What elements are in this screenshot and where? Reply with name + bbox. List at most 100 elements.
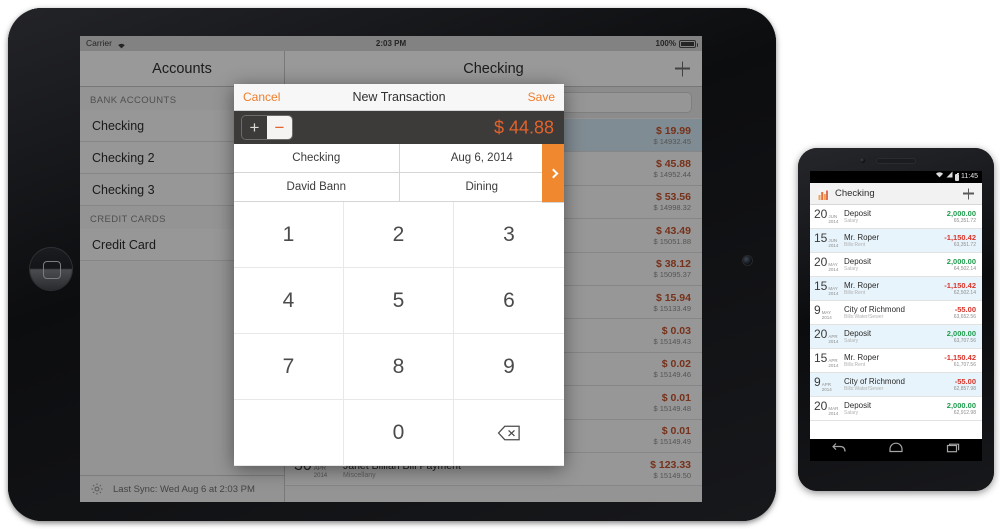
transaction-balance: 61,707.56 (953, 362, 976, 368)
transaction-name: Deposit (844, 329, 872, 338)
screenshot-stage: Carrier 2:03 PM 100% Accounts BANK ACCOU… (0, 0, 1000, 529)
transaction-info: Mr. Roper Bills:Rent (842, 353, 944, 368)
android-app-bar: Checking (810, 183, 982, 205)
transaction-month-year: MAY 2014 (821, 310, 832, 320)
transaction-name: Deposit (844, 257, 872, 266)
transaction-category: Salary (844, 410, 859, 416)
transaction-name: City of Richmond (844, 377, 905, 386)
transaction-month-year: JUN 2014 (828, 238, 839, 248)
android-screen: 11:45 Checking 20 JUN 2014 Deposit Salary 2,0… (810, 171, 982, 461)
transaction-values: 2,000.00 63,707.56 (947, 329, 976, 344)
transaction-category: Bills:Water/Sewer (844, 386, 884, 392)
transaction-day: 15 (814, 231, 828, 246)
transaction-category: Salary (844, 266, 859, 272)
transaction-info: City of Richmond Bills:Water/Sewer (842, 305, 954, 320)
transaction-day: 20 (814, 327, 828, 342)
transaction-day: 15 (814, 351, 828, 366)
transaction-balance: 62,912.98 (953, 410, 976, 416)
ipad-device: Carrier 2:03 PM 100% Accounts BANK ACCOU… (8, 8, 776, 521)
save-button[interactable]: Save (528, 90, 555, 104)
transaction-category: Bills:Water/Sewer (844, 314, 884, 320)
key-0[interactable]: 0 (344, 400, 454, 466)
transaction-category: Bills:Rent (844, 290, 866, 296)
transaction-values: -55.00 63,652.56 (954, 305, 976, 320)
category-field[interactable]: Dining (400, 173, 565, 201)
android-transaction-list[interactable]: 20 JUN 2014 Deposit Salary 2,000.00 65,351.72 1… (810, 205, 982, 439)
transaction-date: 15 APR 2014 (814, 352, 842, 369)
transaction-date: 15 MAY 2014 (814, 280, 842, 297)
key-3[interactable]: 3 (454, 202, 564, 268)
minus-sign-button[interactable]: − (267, 116, 292, 139)
list-item[interactable]: 9 MAY 2014 City of Richmond Bills:Water/Sewe… (810, 301, 982, 325)
transaction-amount: 2,000.00 (946, 329, 976, 338)
android-status-bar: 11:45 (810, 171, 982, 183)
transaction-name: Deposit (844, 401, 872, 410)
home-icon[interactable] (888, 441, 904, 459)
recents-icon[interactable] (945, 441, 961, 459)
transaction-amount: -55.00 (954, 377, 976, 386)
account-field[interactable]: Checking (234, 144, 400, 172)
key-2[interactable]: 2 (344, 202, 454, 268)
transaction-balance: 63,652.56 (953, 314, 976, 320)
phone-earpiece (877, 159, 915, 163)
signal-icon (946, 171, 953, 183)
transaction-amount: -55.00 (954, 305, 976, 314)
key-4[interactable]: 4 (234, 268, 344, 334)
list-item[interactable]: 15 MAY 2014 Mr. Roper Bills:Rent -1,150.42 62,… (810, 277, 982, 301)
transaction-fields: Checking Aug 6, 2014 David Bann Dining (234, 144, 564, 203)
sign-toggle-group[interactable]: + − (242, 116, 292, 139)
transaction-name: Deposit (844, 209, 872, 218)
transaction-info: City of Richmond Bills:Water/Sewer (842, 377, 954, 392)
transaction-values: 2,000.00 64,502.14 (947, 257, 976, 272)
transaction-category: Salary (844, 338, 859, 344)
ipad-front-camera (743, 256, 752, 265)
transaction-balance: 64,502.14 (953, 266, 976, 272)
key-6[interactable]: 6 (454, 268, 564, 334)
cancel-button[interactable]: Cancel (243, 90, 280, 104)
transaction-day: 20 (814, 207, 828, 222)
key-9[interactable]: 9 (454, 334, 564, 400)
field-row-1: Checking Aug 6, 2014 (234, 144, 564, 173)
field-row-2: David Bann Dining (234, 173, 564, 202)
modal-title-bar: Cancel New Transaction Save (234, 84, 564, 111)
backspace-icon[interactable] (454, 400, 564, 466)
transaction-category: Salary (844, 218, 859, 224)
list-item[interactable]: 9 APR 2014 City of Richmond Bills:Water/Sewe… (810, 373, 982, 397)
transaction-month-year: MAY 2014 (828, 262, 839, 272)
transaction-info: Deposit Salary (842, 329, 947, 344)
next-step-button[interactable] (542, 144, 564, 203)
date-field[interactable]: Aug 6, 2014 (400, 144, 565, 172)
plus-icon[interactable] (963, 188, 974, 199)
back-icon[interactable] (831, 441, 847, 459)
list-item[interactable]: 20 JUN 2014 Deposit Salary 2,000.00 65,351.72 (810, 205, 982, 229)
transaction-balance: 62,502.14 (953, 290, 976, 296)
list-item[interactable]: 20 MAY 2014 Deposit Salary 2,000.00 64,502.14 (810, 253, 982, 277)
transaction-day: 9 (814, 375, 821, 390)
list-item[interactable]: 15 JUN 2014 Mr. Roper Bills:Rent -1,150.42 63,… (810, 229, 982, 253)
numeric-keypad[interactable]: 123 456 7890 (234, 202, 564, 466)
android-device: 11:45 Checking 20 JUN 2014 Deposit Salary 2,0… (798, 148, 994, 491)
transaction-info: Deposit Salary (842, 257, 947, 272)
wifi-icon (935, 171, 944, 183)
transaction-category: Bills:Rent (844, 242, 866, 248)
key-7[interactable]: 7 (234, 334, 344, 400)
android-clock: 11:45 (961, 173, 978, 180)
battery-icon (955, 172, 959, 181)
app-logo-icon (817, 187, 829, 200)
list-item[interactable]: 20 MAR 2014 Deposit Salary 2,000.00 62,912.98 (810, 397, 982, 421)
transaction-values: -55.00 62,857.98 (954, 377, 976, 392)
list-item[interactable]: 20 APR 2014 Deposit Salary 2,000.00 63,707.56 (810, 325, 982, 349)
ipad-home-button[interactable] (30, 248, 72, 290)
transaction-date: 9 MAY 2014 (814, 304, 842, 321)
key-5[interactable]: 5 (344, 268, 454, 334)
transaction-month-year: APR 2014 (821, 382, 832, 392)
plus-sign-button[interactable]: + (242, 116, 267, 139)
transaction-values: -1,150.42 63,351.72 (944, 233, 976, 248)
ipad-screen: Carrier 2:03 PM 100% Accounts BANK ACCOU… (80, 36, 702, 502)
transaction-name: Mr. Roper (844, 353, 880, 362)
payee-field[interactable]: David Bann (234, 173, 400, 201)
key-8[interactable]: 8 (344, 334, 454, 400)
key-1[interactable]: 1 (234, 202, 344, 268)
modal-title: New Transaction (352, 90, 446, 104)
list-item[interactable]: 15 APR 2014 Mr. Roper Bills:Rent -1,150.42 61,… (810, 349, 982, 373)
